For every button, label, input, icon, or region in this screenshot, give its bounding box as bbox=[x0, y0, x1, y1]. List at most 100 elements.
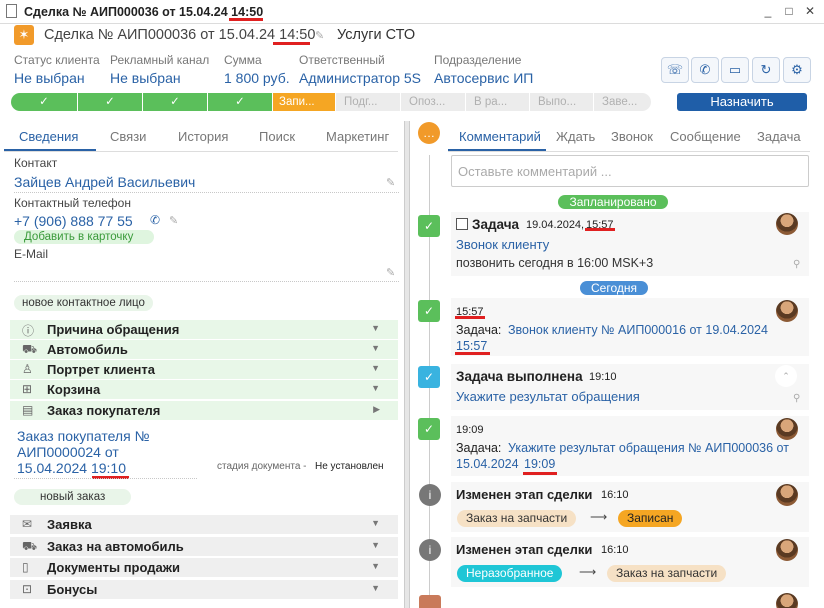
section-customer-order-label: Заказ покупателя bbox=[47, 403, 161, 418]
customer-order-link[interactable]: Заказ покупателя № АИП0000024 от 15.04.2… bbox=[17, 428, 177, 476]
tab-history[interactable]: История bbox=[178, 129, 228, 144]
phone-link[interactable]: +7 (906) 888 77 55 bbox=[14, 213, 133, 229]
section-sales-docs[interactable]: ▯ Документы продажи ▼ bbox=[10, 558, 398, 577]
responsible-value[interactable]: Администратор 5S bbox=[299, 70, 421, 86]
tab-divider bbox=[4, 151, 398, 152]
close-button[interactable]: ✕ bbox=[802, 3, 818, 19]
section-sales-docs-label: Документы продажи bbox=[47, 560, 180, 575]
right-tab-divider bbox=[448, 151, 810, 152]
tab-links[interactable]: Связи bbox=[110, 129, 146, 144]
section-bonuses[interactable]: ⊡ Бонусы ▼ bbox=[10, 580, 398, 599]
stage-todo-2[interactable]: Опоз... bbox=[401, 93, 465, 111]
task2-prefix: Задача: bbox=[456, 323, 502, 337]
refresh-button[interactable]: ↻ bbox=[752, 57, 780, 83]
amount-label: Сумма bbox=[224, 53, 262, 67]
stage-done-1[interactable]: ✓ bbox=[11, 93, 77, 111]
task-link[interactable]: Звонок клиенту bbox=[456, 237, 549, 252]
tab-task[interactable]: Задача bbox=[757, 129, 801, 144]
avatar bbox=[776, 300, 798, 322]
task-check-icon: ✓ bbox=[418, 215, 440, 237]
arrow-right-icon: ⟶ bbox=[590, 510, 608, 524]
comment-input[interactable]: Оставьте комментарий ... bbox=[451, 155, 809, 187]
tab-details[interactable]: Сведения bbox=[19, 129, 78, 144]
stage-done-4[interactable]: ✓ bbox=[208, 93, 272, 111]
call-transfer-button[interactable]: ☏ bbox=[661, 57, 689, 83]
assign-button[interactable]: Назначить bbox=[677, 93, 807, 111]
phone-button[interactable]: ✆ bbox=[691, 57, 719, 83]
section-car-label: Автомобиль bbox=[47, 342, 128, 357]
section-client-portrait[interactable]: ♙ Портрет клиента ▼ bbox=[10, 360, 398, 379]
edit-phone-icon[interactable]: ✎ bbox=[169, 214, 178, 227]
edit-email-icon[interactable]: ✎ bbox=[386, 266, 395, 279]
stage-done-2[interactable]: ✓ bbox=[78, 93, 142, 111]
pin-icon[interactable]: ⚲ bbox=[793, 393, 800, 404]
stage-todo-4[interactable]: Выпо... bbox=[530, 93, 593, 111]
contact-underline bbox=[14, 192, 399, 193]
task3-link-date[interactable]: 15.04.2024 bbox=[456, 457, 519, 471]
section-bonuses-label: Бонусы bbox=[47, 582, 98, 597]
section-request[interactable]: ✉ Заявка ▼ bbox=[10, 515, 398, 534]
annotation-underline bbox=[273, 42, 310, 45]
add-to-card-button[interactable]: Добавить в карточку bbox=[14, 230, 154, 244]
contact-name-link[interactable]: Зайцев Андрей Васильевич bbox=[14, 174, 195, 190]
avatar bbox=[776, 213, 798, 235]
phone-call-icon[interactable]: ✆ bbox=[150, 213, 160, 227]
stage-done-3[interactable]: ✓ bbox=[143, 93, 207, 111]
panel-splitter[interactable] bbox=[404, 121, 410, 608]
stage-to-tag: Заказ на запчасти bbox=[607, 565, 727, 582]
edit-contact-icon[interactable]: ✎ bbox=[386, 176, 395, 189]
edit-pencil-icon[interactable]: ✎ bbox=[315, 29, 324, 42]
task-done-icon: ✓ bbox=[418, 366, 440, 388]
document-icon bbox=[6, 4, 17, 18]
info-icon: i bbox=[419, 484, 441, 506]
stage-from-tag: Неразобранное bbox=[457, 565, 563, 582]
done-link[interactable]: Укажите результат обращения bbox=[456, 389, 640, 404]
section-cart[interactable]: ⊞ Корзина ▼ bbox=[10, 380, 398, 399]
order-underline bbox=[14, 478, 197, 479]
tab-comment[interactable]: Комментарий bbox=[459, 129, 541, 144]
task2-link-time[interactable]: 15:57 bbox=[456, 339, 487, 353]
stage-todo-3[interactable]: В ра... bbox=[466, 93, 529, 111]
done-task-card[interactable]: Задача выполнена 19:10 Укажите результат… bbox=[451, 364, 809, 410]
pin-icon[interactable]: ⚲ bbox=[793, 259, 800, 270]
gift-icon: ⊡ bbox=[22, 582, 33, 596]
task-clipboard-icon: ✓ bbox=[418, 418, 440, 440]
stage-todo-1[interactable]: Подг... bbox=[336, 93, 400, 111]
tab-call[interactable]: Звонок bbox=[611, 129, 653, 144]
done-title: Задача выполнена bbox=[456, 369, 583, 384]
section-car[interactable]: ⛟ Автомобиль ▼ bbox=[10, 340, 398, 359]
chevron-down-icon: ▼ bbox=[371, 323, 380, 333]
document-icon: ▯ bbox=[22, 560, 29, 574]
client-status-value[interactable]: Не выбран bbox=[14, 70, 85, 86]
minimize-button[interactable]: _ bbox=[760, 3, 776, 19]
task3-link[interactable]: Укажите результат обращения № АИП000036 … bbox=[508, 441, 789, 455]
ad-channel-value[interactable]: Не выбран bbox=[110, 70, 181, 86]
tab-search[interactable]: Поиск bbox=[259, 129, 295, 144]
maximize-button[interactable]: □ bbox=[781, 3, 797, 19]
task-checkbox[interactable] bbox=[456, 218, 468, 230]
collapse-icon[interactable]: ⌃ bbox=[775, 365, 797, 387]
section-car-order[interactable]: ⛟ Заказ на автомобиль ▼ bbox=[10, 537, 398, 556]
task3-card[interactable]: 19:09 Задача: Укажите результат обращени… bbox=[451, 416, 809, 476]
tab-message[interactable]: Сообщение bbox=[670, 129, 741, 144]
stage-current[interactable]: Запи... bbox=[273, 93, 335, 111]
section-cart-label: Корзина bbox=[47, 382, 101, 397]
next-item-icon bbox=[419, 595, 441, 608]
department-label: Подразделение bbox=[434, 53, 522, 67]
chat-button[interactable]: ▭ bbox=[721, 57, 749, 83]
chevron-right-icon: ▶ bbox=[373, 404, 380, 414]
department-value[interactable]: Автосервис ИП bbox=[434, 70, 533, 86]
amount-value[interactable]: 1 800 руб. bbox=[224, 70, 290, 86]
task2-card[interactable]: 15:57 Задача: Звонок клиенту № АИП000016… bbox=[451, 298, 809, 356]
task3-link-time[interactable]: 19:09 bbox=[524, 457, 555, 471]
section-customer-order[interactable]: ▤ Заказ покупателя ▶ bbox=[10, 401, 398, 420]
settings-button[interactable]: ⚙ bbox=[783, 57, 811, 83]
section-reason[interactable]: ⓘ Причина обращения ▼ bbox=[10, 320, 398, 339]
planned-task-card[interactable]: Задача 19.04.2024, 15:57 Звонок клиенту … bbox=[451, 212, 809, 276]
envelope-icon: ✉ bbox=[22, 517, 33, 531]
stage-change-title: Изменен этап сделки bbox=[456, 542, 593, 557]
tab-wait[interactable]: Ждать bbox=[556, 129, 595, 144]
tab-marketing[interactable]: Маркетинг bbox=[326, 129, 389, 144]
task2-link[interactable]: Звонок клиенту № АИП000016 от 19.04.2024 bbox=[508, 323, 768, 337]
stage-todo-5[interactable]: Заве... bbox=[594, 93, 651, 111]
